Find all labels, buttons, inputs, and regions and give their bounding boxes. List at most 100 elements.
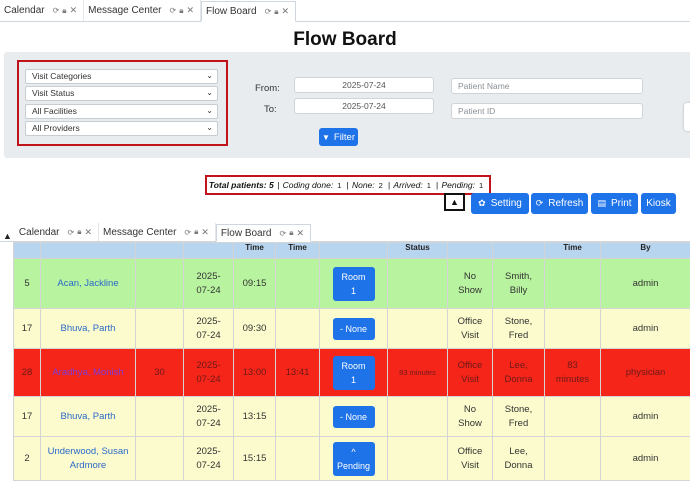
- lock-icon[interactable]: 🔒︎: [289, 228, 293, 238]
- room-status-button[interactable]: ^ Pending: [332, 441, 375, 476]
- lock-icon[interactable]: 🔒︎: [62, 6, 66, 16]
- tab-message-center[interactable]: Message Center ⟳ 🔒︎ ✕: [84, 0, 201, 21]
- provider-cell: Stone, Fred: [492, 396, 545, 437]
- column-header[interactable]: Time: [275, 242, 320, 259]
- tab-flow-board[interactable]: Flow Board ⟳ 🔒︎ ✕: [201, 1, 297, 22]
- room-number-cell: [135, 308, 184, 349]
- column-header[interactable]: [183, 242, 234, 259]
- none-value: 2: [378, 180, 383, 190]
- column-header[interactable]: [13, 242, 41, 259]
- elapsed-time-cell: [544, 258, 601, 309]
- patient-id-input[interactable]: Patient ID: [451, 103, 643, 119]
- column-header[interactable]: [319, 242, 388, 259]
- chevron-down-icon: ⌄: [206, 88, 213, 97]
- close-icon[interactable]: ✕: [70, 5, 78, 16]
- patient-number-cell: 2: [13, 436, 41, 481]
- column-header[interactable]: [492, 242, 545, 259]
- patient-name-link[interactable]: Underwood, Susan Ardmore: [40, 436, 136, 481]
- column-header[interactable]: By: [600, 242, 690, 259]
- pending-value: 1: [479, 180, 484, 190]
- caret-up-icon[interactable]: ▲: [3, 231, 12, 241]
- close-icon[interactable]: ✕: [296, 228, 304, 239]
- chevron-down-icon: ⌄: [206, 106, 213, 115]
- lock-icon[interactable]: 🔒︎: [194, 227, 198, 237]
- collapse-filters-button[interactable]: ▲: [444, 193, 465, 211]
- table-row[interactable]: 28 Aradhya, Monish 30 2025- 07-24 13:00 13:41…: [13, 348, 690, 397]
- patient-number-cell: 5: [13, 258, 41, 309]
- column-header[interactable]: [40, 242, 136, 259]
- providers-select[interactable]: All Providers ⌄: [25, 121, 218, 136]
- print-button[interactable]: ▤ Print: [591, 193, 638, 214]
- tab-label: Message Center: [88, 5, 162, 16]
- patient-name-link[interactable]: Bhuva, Parth: [40, 308, 136, 349]
- table-row[interactable]: 5 Acan, Jackline 2025- 07-24 09:15 Room 1 No …: [13, 258, 690, 309]
- visit-status-select[interactable]: Visit Status ⌄: [25, 86, 218, 101]
- to-date-input[interactable]: 2025-07-24: [294, 98, 434, 114]
- column-header[interactable]: Status: [387, 242, 448, 259]
- patient-name-input[interactable]: Patient Name: [451, 78, 643, 94]
- lock-icon[interactable]: 🔒︎: [77, 227, 81, 237]
- table-row[interactable]: 17 Bhuva, Parth 2025- 07-24 13:15 - None No S…: [13, 396, 690, 437]
- refresh-icon[interactable]: ⟳: [280, 229, 287, 238]
- room-number-cell: [135, 396, 184, 437]
- room-status-button[interactable]: - None: [332, 317, 375, 340]
- refresh-icon[interactable]: ⟳: [68, 228, 75, 237]
- patient-name-link[interactable]: Acan, Jackline: [40, 258, 136, 309]
- room-status-button[interactable]: Room 1: [332, 266, 375, 301]
- lock-icon[interactable]: 🔒︎: [274, 7, 278, 17]
- patient-name-link[interactable]: Bhuva, Parth: [40, 396, 136, 437]
- updated-by-cell: admin: [600, 396, 690, 437]
- tab-calendar[interactable]: Calendar ⟳ 🔒︎ ✕: [0, 0, 85, 21]
- appointment-date-cell: 2025- 07-24: [183, 258, 234, 309]
- visit-categories-select[interactable]: Visit Categories ⌄: [25, 69, 218, 84]
- close-icon[interactable]: ✕: [201, 227, 209, 238]
- tab-label: Calendar: [18, 226, 60, 238]
- column-header[interactable]: Time: [544, 242, 601, 259]
- room-status-button[interactable]: Room 1: [332, 355, 375, 390]
- appointment-time-cell: 09:15: [233, 258, 276, 309]
- refresh-icon[interactable]: ⟳: [265, 7, 272, 16]
- tab-message-center[interactable]: Message Center ⟳ 🔒︎ ✕: [99, 223, 216, 241]
- arrival-time-cell: [275, 436, 320, 481]
- table-row[interactable]: 17 Bhuva, Parth 2025- 07-24 09:30 - None Offi…: [13, 308, 690, 349]
- room-number-cell: 30: [135, 348, 184, 397]
- column-header[interactable]: [135, 242, 184, 259]
- filter-button[interactable]: ▼ Filter: [319, 128, 358, 146]
- close-icon[interactable]: ✕: [282, 6, 290, 17]
- lock-icon[interactable]: 🔒︎: [179, 6, 183, 16]
- status-cell: [387, 436, 448, 481]
- room-status-cell: Room 1: [319, 348, 388, 397]
- filter-button-label: Filter: [333, 131, 356, 143]
- visit-type-cell: No Show: [447, 258, 493, 309]
- close-icon[interactable]: ✕: [84, 227, 92, 238]
- refresh-icon[interactable]: ⟳: [169, 6, 176, 15]
- table-row[interactable]: 2 Underwood, Susan Ardmore 2025- 07-24 15:1…: [13, 436, 690, 481]
- facilities-select[interactable]: All Facilities ⌄: [25, 104, 218, 119]
- column-header[interactable]: Time: [233, 242, 276, 259]
- refresh-button[interactable]: ⟳ Refresh: [531, 193, 588, 214]
- kiosk-button[interactable]: Kiosk: [641, 193, 676, 214]
- patient-name-link[interactable]: Aradhya, Monish: [40, 348, 136, 397]
- kiosk-label: Kiosk: [646, 198, 671, 209]
- refresh-icon[interactable]: ⟳: [184, 228, 191, 237]
- printer-icon: ▤: [597, 198, 606, 208]
- tab-calendar[interactable]: Calendar ⟳ 🔒︎ ✕: [15, 223, 100, 241]
- room-status-cell: ^ Pending: [319, 436, 388, 481]
- from-date-input[interactable]: 2025-07-24: [294, 77, 434, 93]
- side-panel-handle[interactable]: [684, 103, 690, 131]
- room-status-button[interactable]: - None: [332, 405, 375, 428]
- table-header-row: Time Time Status Time By: [13, 242, 690, 259]
- setting-button[interactable]: ✿ Setting: [471, 193, 529, 214]
- close-icon[interactable]: ✕: [186, 5, 194, 16]
- room-status-cell: - None: [319, 396, 388, 437]
- room-number-cell: [135, 436, 184, 481]
- provider-cell: Lee, Donna: [492, 348, 545, 397]
- refresh-icon[interactable]: ⟳: [53, 6, 60, 15]
- column-header[interactable]: [447, 242, 493, 259]
- patient-number-cell: 17: [13, 396, 41, 437]
- appointment-date-cell: 2025- 07-24: [183, 348, 234, 397]
- tab-flow-board[interactable]: Flow Board ⟳ 🔒︎ ✕: [215, 224, 312, 242]
- provider-cell: Smith, Billy: [492, 258, 545, 309]
- gear-icon: ✿: [478, 198, 486, 208]
- tab-label: Calendar: [4, 5, 45, 16]
